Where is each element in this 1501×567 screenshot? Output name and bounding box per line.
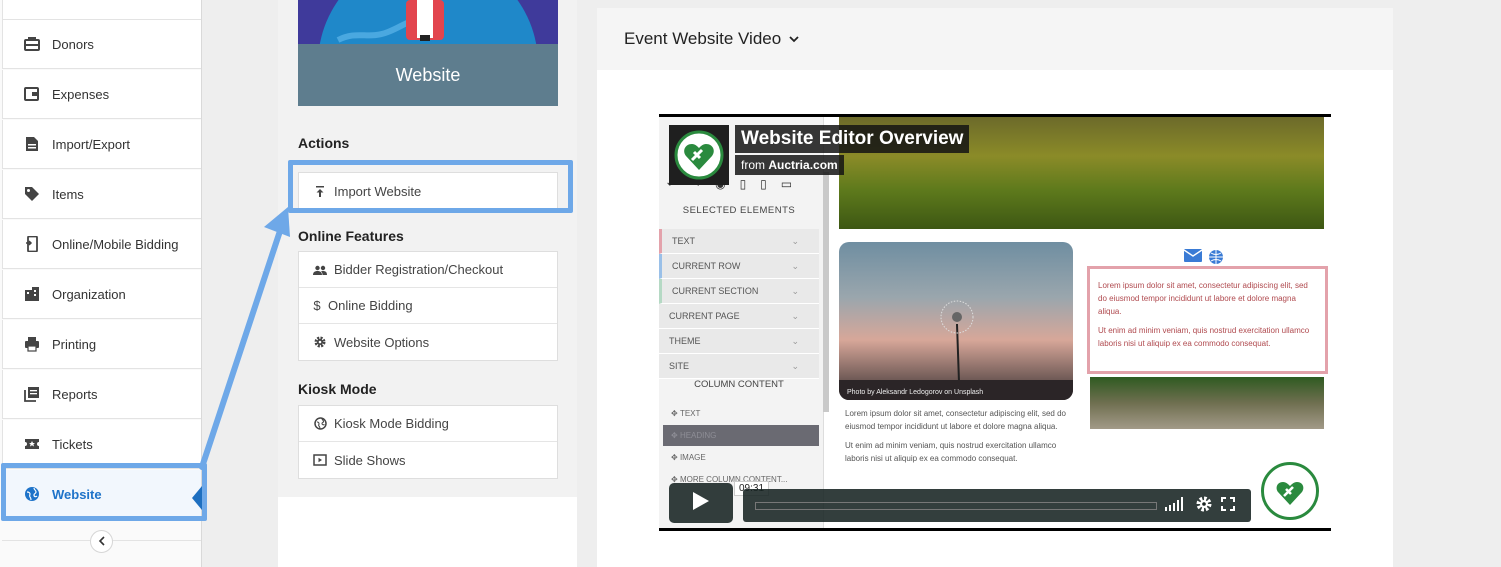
sidebar-item-donors[interactable]: Donors: [2, 20, 201, 69]
hero-label: Website: [298, 44, 558, 106]
sidebar-item-items[interactable]: Items: [2, 170, 201, 219]
video-title[interactable]: Website Editor Overview: [735, 125, 970, 153]
sidebar-item-label: Reports: [52, 386, 98, 402]
list-item-label: Website Options: [334, 334, 430, 350]
lorem-paragraph: Lorem ipsum dolor sit amet, consectetur …: [845, 409, 1066, 431]
editor-row: CURRENT SECTION ⌄: [659, 279, 819, 304]
ticket-icon: [22, 434, 42, 454]
right-gutter: [1411, 0, 1501, 567]
sidebar-item-reports[interactable]: Reports: [2, 370, 201, 419]
dollar-icon: $: [313, 298, 321, 313]
lorem-paragraph: Ut enim ad minim veniam, quis nostrud ex…: [845, 441, 1057, 463]
editor-row: SITE ⌄: [659, 354, 819, 379]
video-control-bar: [743, 489, 1251, 522]
progress-bar[interactable]: [755, 502, 1157, 510]
website-options-link[interactable]: Website Options: [299, 324, 557, 360]
list-item-label: Kiosk Mode Bidding: [334, 416, 449, 431]
list-item-label: Bidder Registration/Checkout: [334, 262, 504, 277]
tag-icon: [22, 184, 42, 204]
sidebar-item-online-mobile-bidding[interactable]: Online/Mobile Bidding: [2, 220, 201, 269]
dandelion-photo: Photo by Aleksandr Ledogorov on Unsplash: [839, 242, 1073, 400]
sidebar-item-printing[interactable]: Printing: [2, 320, 201, 369]
editor-sub-item: ✥ HEADING: [663, 425, 819, 446]
fullscreen-icon[interactable]: [1221, 497, 1235, 516]
reports-icon: [22, 384, 42, 404]
control-icons: [1165, 496, 1235, 517]
sidebar-item-import-export[interactable]: Import/Export: [2, 120, 201, 169]
kiosk-mode-list: Kiosk Mode Bidding Slide Shows: [298, 405, 558, 479]
building-icon: [22, 284, 42, 304]
editor-sub-item: ✥ TEXT: [671, 409, 701, 418]
online-features-title: Online Features: [298, 228, 404, 244]
panel-footer-space: [278, 497, 577, 567]
sidebar-item-partial[interactable]: [2, 0, 201, 20]
chevron-left-icon: [98, 533, 106, 551]
editor-row: CURRENT ROW ⌄: [659, 254, 819, 279]
gear-icon: [313, 335, 327, 349]
sidebar-item-label: Tickets: [52, 436, 93, 452]
list-item-label: Online Bidding: [328, 298, 413, 313]
import-highlight-outline: [288, 160, 573, 213]
video-player[interactable]: ↶↷◉▯▯▭ SELECTED ELEMENTS TEXT ⌄ CURRENT R…: [659, 114, 1331, 531]
callout-arrow: [199, 207, 290, 470]
chevron-down-icon: [789, 35, 799, 43]
sidebar-item-label: Expenses: [52, 86, 110, 102]
document-icon: [22, 134, 42, 154]
sidebar-item-label: Donors: [52, 36, 94, 52]
list-item-label: Slide Shows: [334, 452, 406, 468]
kiosk-mode-title: Kiosk Mode: [298, 381, 377, 397]
editor-row: TEXT ⌄: [659, 229, 819, 254]
website-highlight-outline: [1, 463, 207, 521]
wallet-icon: [22, 84, 42, 104]
video-section-title: Event Website Video: [624, 29, 782, 48]
editor-selected-elements: SELECTED ELEMENTS: [682, 205, 796, 216]
bidder-registration-link[interactable]: Bidder Registration/Checkout: [299, 252, 557, 288]
kiosk-mode-bidding-link[interactable]: Kiosk Mode Bidding: [299, 406, 557, 442]
sidebar-item-label: Import/Export: [52, 136, 131, 152]
sidebar-item-label: Items: [52, 186, 84, 202]
play-icon: [692, 491, 710, 516]
settings-icon[interactable]: [1196, 496, 1212, 517]
editor-scrollbar: [823, 172, 829, 412]
online-features-list: Bidder Registration/Checkout $ Online Bi…: [298, 251, 558, 361]
sidebar-item-tickets[interactable]: Tickets: [2, 420, 201, 469]
lorem-text-under: Lorem ipsum dolor sit amet, consectetur …: [845, 407, 1075, 465]
river-photo: [1090, 377, 1324, 429]
sidebar-item-label: Online/Mobile Bidding: [52, 236, 179, 252]
printer-icon: [22, 334, 42, 354]
collapse-sidebar-button[interactable]: [90, 530, 113, 553]
online-bidding-link[interactable]: $ Online Bidding: [299, 288, 557, 324]
editor-row: CURRENT PAGE ⌄: [659, 304, 819, 329]
editor-row: THEME ⌄: [659, 329, 819, 354]
sidebar-item-label: Organization: [52, 286, 126, 302]
video-source: Auctria.com: [768, 158, 838, 172]
donors-icon: [22, 34, 42, 54]
video-from[interactable]: from Auctria.com: [735, 155, 844, 175]
slideshow-icon: [313, 453, 327, 467]
play-button[interactable]: [669, 483, 733, 523]
volume-icon[interactable]: [1165, 497, 1187, 516]
lorem-paragraph: Ut enim ad minim veniam, quis nostrud ex…: [1098, 326, 1310, 348]
sidebar-item-organization[interactable]: Organization: [2, 270, 201, 319]
sidebar-item-expenses[interactable]: Expenses: [2, 70, 201, 119]
globe-icon: [313, 417, 327, 431]
sidebar-item-label: Printing: [52, 336, 97, 352]
website-hero-card[interactable]: Website: [298, 0, 558, 106]
lorem-text-box: Lorem ipsum dolor sit amet, consectetur …: [1087, 266, 1328, 374]
video-title-overlay: Website Editor Overview from Auctria.com: [669, 125, 970, 185]
slide-shows-link[interactable]: Slide Shows: [299, 442, 557, 478]
editor-column-content: COLUMN CONTENT: [694, 379, 784, 390]
hero-illustration: [298, 0, 558, 44]
lorem-paragraph: Lorem ipsum dolor sit amet, consectetur …: [1098, 281, 1308, 316]
photo-credit: Photo by Aleksandr Ledogorov on Unsplash: [847, 389, 984, 396]
auctria-logo[interactable]: [669, 125, 729, 185]
editor-sub-item: ✥ IMAGE: [671, 453, 706, 462]
actions-title: Actions: [298, 135, 350, 151]
mobile-icon: [22, 234, 42, 254]
auctria-watermark-icon: [1261, 462, 1319, 520]
people-icon: [313, 263, 327, 277]
video-section-header[interactable]: Event Website Video: [597, 8, 1393, 70]
